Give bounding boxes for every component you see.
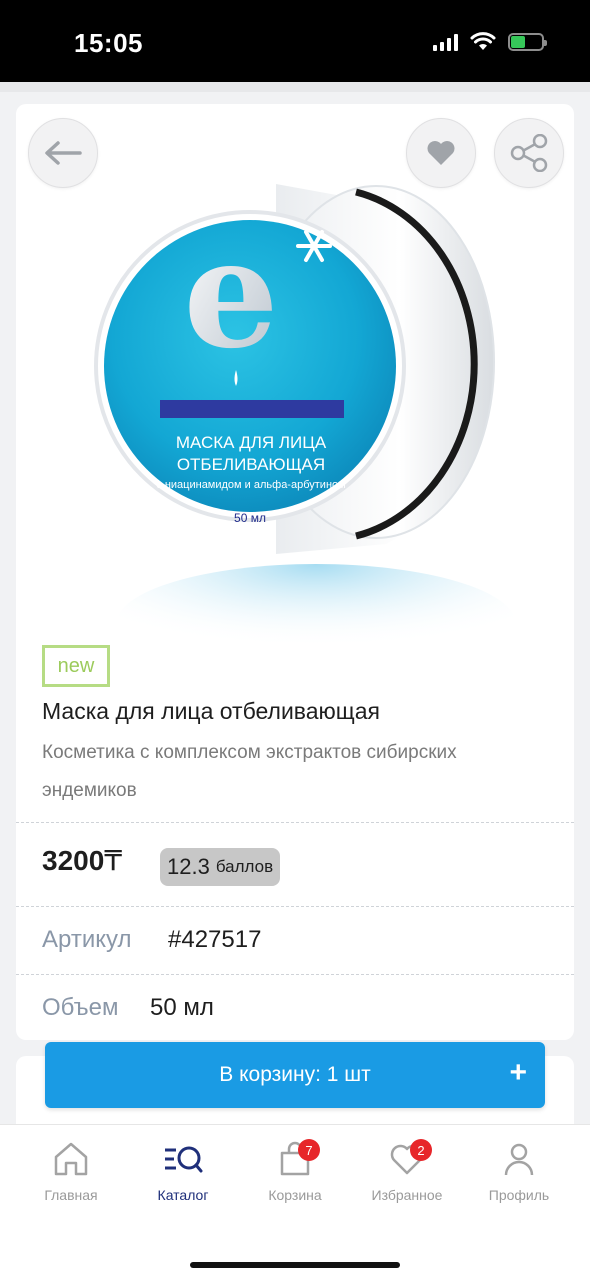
share-button[interactable] (494, 118, 564, 188)
tab-favorites[interactable]: 2 Избранное (348, 1139, 466, 1203)
profile-icon (504, 1143, 534, 1176)
volume-label: Объем (42, 994, 119, 1021)
product-image: e МАСКА ДЛЯ ЛИЦА ОТБЕЛИВАЮЩАЯ с ниацинам… (94, 184, 516, 644)
jar-text-line1: МАСКА ДЛЯ ЛИЦА (176, 433, 327, 452)
favorites-count-badge: 2 (410, 1139, 432, 1161)
share-icon (510, 134, 548, 172)
add-to-cart-button[interactable]: В корзину: 1 шт + (45, 1042, 545, 1108)
arrow-left-icon (45, 141, 82, 165)
volume-value: 50 мл (150, 994, 214, 1021)
catalog-search-icon (165, 1146, 203, 1173)
home-icon (54, 1142, 88, 1176)
add-to-cart-label: В корзину: 1 шт (219, 1063, 371, 1086)
tab-profile-label: Профиль (488, 1187, 550, 1203)
points-badge: 12.3 баллов (160, 848, 281, 886)
status-time: 15:05 (74, 28, 143, 58)
tab-favorites-label: Избранное (371, 1187, 443, 1203)
wifi-icon (470, 32, 496, 50)
article-value: #427517 (168, 926, 262, 953)
article-label: Артикул (42, 926, 132, 953)
status-bar: 15:05 (0, 0, 590, 82)
price-value: 3200 (42, 845, 105, 876)
currency-symbol: ₸ (104, 845, 123, 876)
home-indicator (190, 1262, 400, 1268)
tab-profile[interactable]: Профиль (460, 1141, 578, 1203)
tab-catalog[interactable]: Каталог (124, 1141, 242, 1203)
divider (16, 822, 574, 823)
tab-home[interactable]: Главная (12, 1141, 130, 1203)
points-unit: баллов (215, 857, 274, 876)
cart-count-badge: 7 (298, 1139, 320, 1161)
status-icons (433, 32, 547, 52)
favorite-button[interactable] (406, 118, 476, 188)
top-strip (0, 82, 590, 92)
jar-text-volume: 50 мл (234, 511, 266, 525)
price: 3200₸ (42, 844, 122, 877)
back-button[interactable] (28, 118, 98, 188)
product-card: e МАСКА ДЛЯ ЛИЦА ОТБЕЛИВАЮЩАЯ с ниацинам… (16, 104, 574, 1040)
tab-cart[interactable]: 7 Корзина (236, 1139, 354, 1203)
tab-cart-label: Корзина (268, 1187, 322, 1203)
new-badge: new (42, 645, 110, 687)
jar-text-line2: ОТБЕЛИВАЮЩАЯ (177, 455, 325, 474)
brand-logo-letter: e (183, 206, 278, 382)
tab-bar: Главная Каталог 7 Корзина 2 Избранное Пр… (0, 1124, 590, 1280)
cellular-signal-icon (433, 33, 458, 51)
tab-home-label: Главная (44, 1187, 98, 1203)
divider (16, 974, 574, 975)
product-title: Маска для лица отбеливающая (42, 698, 380, 724)
plus-icon[interactable]: + (509, 1056, 527, 1090)
heart-icon (427, 141, 455, 165)
divider (16, 906, 574, 907)
battery-icon (508, 33, 547, 51)
product-subtitle: Косметика с комплексом экстрактов сибирс… (42, 742, 457, 801)
jar-text-line3: с ниацинамидом и альфа-арбутином (156, 479, 345, 491)
tab-catalog-label: Каталог (157, 1187, 209, 1203)
points-value: 12.3 (167, 854, 210, 879)
